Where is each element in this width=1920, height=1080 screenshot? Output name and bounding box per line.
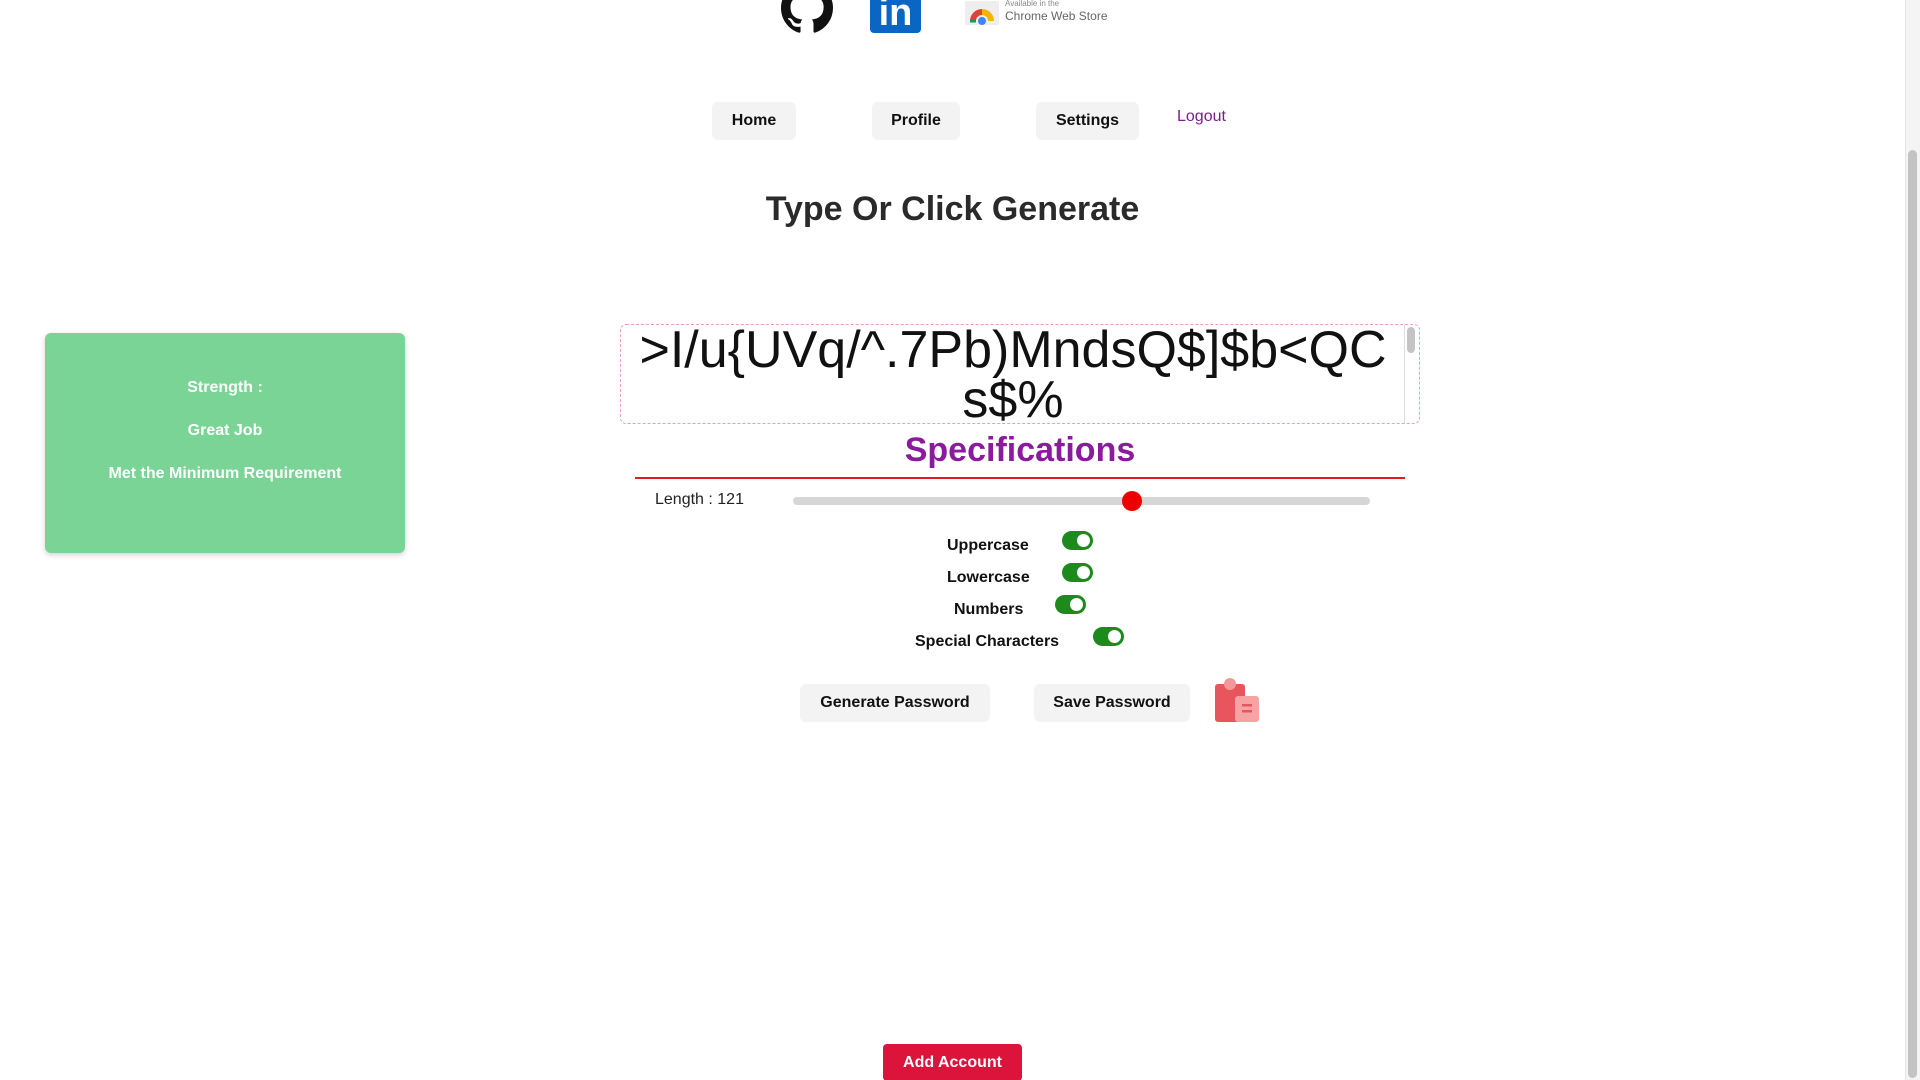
option-uppercase-toggle[interactable] — [1062, 531, 1093, 550]
generate-password-button[interactable]: Generate Password — [800, 684, 990, 722]
clipboard-icon[interactable] — [1213, 678, 1261, 724]
page-title: Type Or Click Generate — [765, 190, 1140, 228]
option-special-label: Special Characters — [915, 633, 1060, 650]
nav-logout-link[interactable]: Logout — [1177, 108, 1226, 126]
password-value[interactable]: >I/u{UVq/^.7Pb)MndsQ$]$b<QCs$% — [633, 325, 1393, 423]
linkedin-icon[interactable]: in — [870, 0, 921, 33]
option-numbers-label: Numbers — [954, 601, 1024, 618]
nav-settings-button[interactable]: Settings — [1036, 102, 1139, 140]
password-scroll-track — [1404, 325, 1405, 423]
length-label: Length : 121 — [655, 491, 744, 508]
linkedin-logo-text: in — [878, 0, 913, 34]
chrome-store-label: Chrome Web Store — [1005, 9, 1108, 23]
specifications-divider — [635, 477, 1405, 479]
password-scrollbar[interactable] — [1407, 327, 1415, 353]
nav-profile-button[interactable]: Profile — [872, 102, 960, 140]
nav-home-button[interactable]: Home — [712, 102, 796, 140]
option-lowercase-label: Lowercase — [947, 569, 1030, 586]
github-icon[interactable] — [781, 0, 833, 34]
option-lowercase-toggle[interactable] — [1062, 563, 1093, 582]
specifications-title: Specifications — [904, 431, 1136, 469]
save-password-button[interactable]: Save Password — [1034, 684, 1190, 722]
option-uppercase-label: Uppercase — [947, 537, 1029, 554]
brand-row: in Available in the Chrome Web Store — [0, 0, 1920, 40]
strength-title: Strength : — [187, 379, 263, 396]
chrome-icon — [965, 1, 999, 25]
option-special-toggle[interactable] — [1093, 627, 1124, 646]
page-scrollbar-thumb[interactable] — [1908, 150, 1917, 1078]
add-account-button[interactable]: Add Account — [883, 1044, 1022, 1080]
option-numbers-toggle[interactable] — [1055, 595, 1086, 614]
password-textarea[interactable]: >I/u{UVq/^.7Pb)MndsQ$]$b<QCs$% — [620, 324, 1420, 424]
chrome-web-store-badge[interactable]: Available in the Chrome Web Store — [965, 0, 1108, 26]
chrome-store-text: Available in the Chrome Web Store — [1005, 0, 1108, 22]
length-slider-thumb[interactable] — [1121, 491, 1142, 511]
length-slider-track[interactable] — [793, 497, 1370, 505]
